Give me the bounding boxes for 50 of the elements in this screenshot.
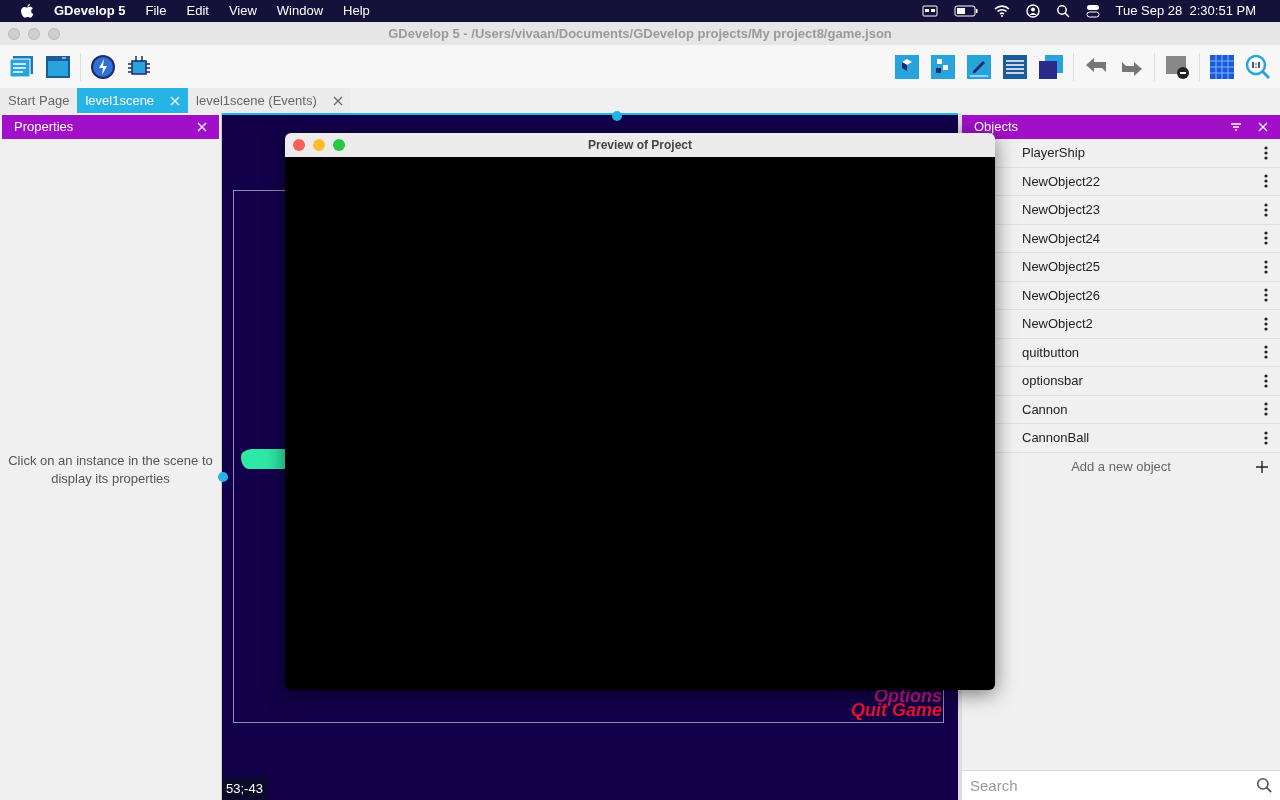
more-icon[interactable] — [1264, 288, 1268, 303]
window-title: GDevelop 5 - /Users/vivaan/Documents/GDevelop projects/My project8/game.json — [387, 24, 893, 43]
list-icon[interactable] — [1001, 52, 1029, 81]
more-icon[interactable] — [1264, 316, 1268, 331]
resize-handle[interactable] — [612, 111, 622, 121]
empty-message: Click on an instance in the scene to display its properties — [8, 451, 213, 488]
panel-title: Objects — [974, 118, 1019, 137]
layers-icon[interactable] — [1037, 52, 1065, 81]
tab[interactable]: Start Page — [0, 88, 78, 113]
close-window-icon[interactable] — [293, 139, 305, 151]
clock: Tue Sep 28 2:30:51 PM — [1115, 2, 1257, 21]
filter-icon[interactable] — [1230, 122, 1242, 132]
apple-logo-icon[interactable] — [20, 3, 34, 19]
coordinates-label: 53;-43 — [222, 776, 267, 800]
panel-title: Properties — [14, 118, 74, 137]
menu-item[interactable]: File — [145, 1, 167, 21]
more-icon[interactable] — [1264, 345, 1268, 360]
more-icon[interactable] — [1264, 174, 1268, 189]
lightning-icon[interactable] — [89, 52, 117, 81]
display-icon[interactable] — [921, 5, 938, 17]
search-icon[interactable] — [1256, 777, 1272, 793]
search-icon[interactable] — [1055, 4, 1070, 18]
close-icon[interactable] — [332, 95, 343, 106]
plus-icon[interactable] — [1256, 460, 1268, 473]
app-menu[interactable]: GDevelop 5 — [54, 1, 126, 21]
resize-handle[interactable] — [218, 472, 228, 482]
pencil-icon[interactable] — [965, 52, 993, 81]
menu-item[interactable]: View — [228, 1, 257, 21]
object-icon[interactable] — [893, 52, 921, 81]
menu-item[interactable]: Edit — [186, 1, 209, 21]
add-object-button[interactable]: Add a new object — [962, 452, 1280, 481]
toggle-icon[interactable] — [1085, 4, 1100, 18]
more-icon[interactable] — [1264, 373, 1268, 388]
more-icon[interactable] — [1264, 402, 1268, 417]
wifi-icon[interactable] — [993, 5, 1010, 17]
tab[interactable]: level1scene (Events) — [188, 88, 351, 113]
menu-item[interactable]: Help — [343, 1, 370, 21]
search-field[interactable]: Search — [962, 770, 1280, 800]
menu-item[interactable]: Window — [276, 1, 324, 21]
user-icon[interactable] — [1025, 4, 1040, 18]
more-icon[interactable] — [1264, 202, 1268, 217]
more-icon[interactable] — [1264, 231, 1268, 246]
zoom-icon[interactable] — [1244, 52, 1272, 81]
more-icon[interactable] — [1264, 259, 1268, 274]
preview-title: Preview of Project — [586, 137, 693, 154]
more-icon[interactable] — [1264, 430, 1268, 445]
grid-icon[interactable] — [1208, 52, 1236, 81]
battery-icon[interactable] — [953, 5, 978, 17]
cubes-icon[interactable] — [929, 52, 957, 81]
more-icon[interactable] — [1264, 145, 1268, 160]
